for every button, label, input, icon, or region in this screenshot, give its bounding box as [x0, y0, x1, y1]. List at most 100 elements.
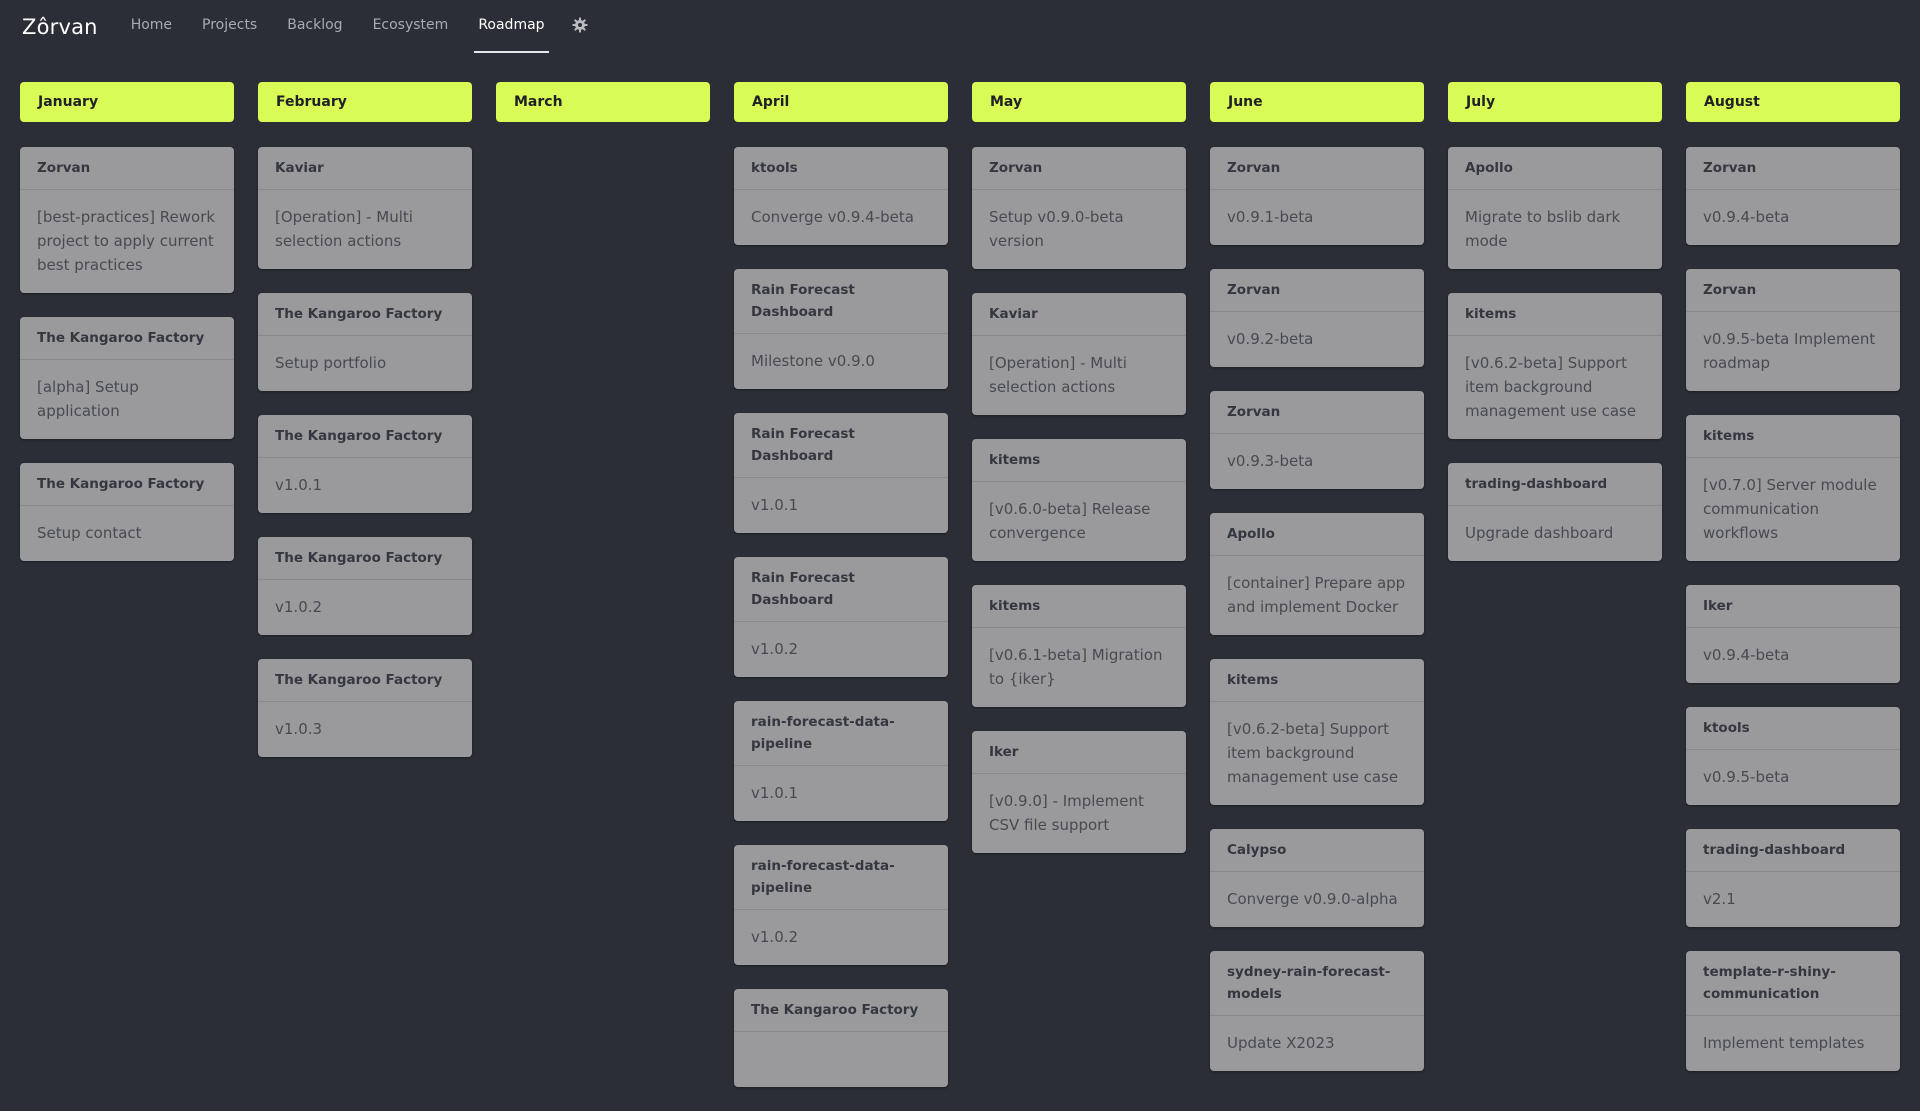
- roadmap-card[interactable]: Rain Forecast Dashboard v1.0.2: [734, 557, 948, 677]
- month-column-february: February Kaviar [Operation] - Multi select…: [258, 82, 472, 1111]
- roadmap-card[interactable]: rain-forecast-data-pipeline v1.0.2: [734, 845, 948, 965]
- roadmap-card[interactable]: The Kangaroo Factory v1.0.2: [258, 537, 472, 635]
- month-column-july: July Apollo Migrate to bslib dark mode kite…: [1448, 82, 1662, 1111]
- card-item-title: v1.0.3: [275, 720, 323, 738]
- roadmap-card[interactable]: The Kangaroo Factory v1.0.3: [258, 659, 472, 757]
- month-column-march: March: [496, 82, 710, 1111]
- brand-logo[interactable]: Zôrvan: [22, 15, 98, 39]
- card-project-name: Zorvan: [1210, 147, 1424, 190]
- card-project-name: kitems: [1686, 415, 1900, 458]
- card-item-title: [v0.6.2-beta] Support item background ma…: [1227, 720, 1399, 786]
- nav-link-roadmap[interactable]: Roadmap: [474, 0, 549, 54]
- card-item-title: Upgrade dashboard: [1465, 524, 1614, 542]
- roadmap-card[interactable]: trading-dashboard Upgrade dashboard: [1448, 463, 1662, 561]
- roadmap-card[interactable]: The Kangaroo Factory v1.0.1: [258, 415, 472, 513]
- roadmap-card[interactable]: template-r-shiny-communication Implement …: [1686, 951, 1900, 1071]
- roadmap-card[interactable]: The Kangaroo Factory Setup portfolio: [258, 293, 472, 391]
- month-header: June: [1210, 82, 1424, 122]
- roadmap-card[interactable]: The Kangaroo Factory Setup contact: [20, 463, 234, 561]
- card-project-name: kitems: [972, 585, 1186, 628]
- roadmap-board: January Zorvan [best-practices] Rework pro…: [20, 82, 1900, 1111]
- card-project-name: Zorvan: [1686, 269, 1900, 312]
- card-project-name: Apollo: [1210, 513, 1424, 556]
- month-header: April: [734, 82, 948, 122]
- roadmap-card[interactable]: Zorvan v0.9.4-beta: [1686, 147, 1900, 245]
- gear-icon[interactable]: [572, 17, 588, 33]
- card-item-title: Update X2023: [1227, 1034, 1335, 1052]
- card-item-title: Converge v0.9.0-alpha: [1227, 890, 1398, 908]
- card-project-name: trading-dashboard: [1686, 829, 1900, 872]
- roadmap-card[interactable]: The Kangaroo Factory: [734, 989, 948, 1087]
- card-project-name: Rain Forecast Dashboard: [734, 557, 948, 622]
- card-project-name: Calypso: [1210, 829, 1424, 872]
- roadmap-card[interactable]: Zorvan Setup v0.9.0-beta version: [972, 147, 1186, 269]
- card-item-title: v0.9.3-beta: [1227, 452, 1314, 470]
- card-project-name: template-r-shiny-communication: [1686, 951, 1900, 1016]
- month-header: February: [258, 82, 472, 122]
- card-item-title: [734, 1032, 948, 1087]
- roadmap-card[interactable]: trading-dashboard v2.1: [1686, 829, 1900, 927]
- card-item-title: Implement templates: [1703, 1034, 1865, 1052]
- roadmap-card[interactable]: rain-forecast-data-pipeline v1.0.1: [734, 701, 948, 821]
- roadmap-card[interactable]: ktools Converge v0.9.4-beta: [734, 147, 948, 245]
- roadmap-card[interactable]: Apollo [container] Prepare app and implem…: [1210, 513, 1424, 635]
- card-project-name: ktools: [1686, 707, 1900, 750]
- roadmap-card[interactable]: Rain Forecast Dashboard Milestone v0.9.0: [734, 269, 948, 389]
- roadmap-card[interactable]: Iker [v0.9.0] - Implement CSV file suppor…: [972, 731, 1186, 853]
- card-project-name: Zorvan: [1210, 391, 1424, 434]
- top-navbar: Zôrvan Home Projects Backlog Ecosystem R…: [0, 0, 1920, 54]
- card-item-title: v1.0.1: [751, 784, 799, 802]
- roadmap-card[interactable]: Apollo Migrate to bslib dark mode: [1448, 147, 1662, 269]
- roadmap-card[interactable]: sydney-rain-forecast-models Update X2023: [1210, 951, 1424, 1071]
- card-item-title: v0.9.5-beta: [1703, 768, 1790, 786]
- month-header: March: [496, 82, 710, 122]
- roadmap-card[interactable]: Kaviar [Operation] - Multi selection acti…: [972, 293, 1186, 415]
- roadmap-card[interactable]: Zorvan v0.9.5-beta Implement roadmap: [1686, 269, 1900, 391]
- roadmap-card[interactable]: Iker v0.9.4-beta: [1686, 585, 1900, 683]
- card-item-title: [v0.6.1-beta] Migration to {iker}: [989, 646, 1163, 688]
- month-column-august: August Zorvan v0.9.4-beta Zorvan v0.9.5-beta…: [1686, 82, 1900, 1111]
- roadmap-card[interactable]: The Kangaroo Factory [alpha] Setup applic…: [20, 317, 234, 439]
- month-column-june: June Zorvan v0.9.1-beta Zorvan v0.9.2-beta Zo…: [1210, 82, 1424, 1111]
- card-item-title: v1.0.1: [751, 496, 799, 514]
- card-item-title: [v0.6.0-beta] Release convergence: [989, 500, 1151, 542]
- roadmap-card[interactable]: kitems [v0.6.1-beta] Migration to {iker}: [972, 585, 1186, 707]
- nav-link-projects[interactable]: Projects: [198, 0, 261, 54]
- card-project-name: kitems: [972, 439, 1186, 482]
- card-project-name: Iker: [972, 731, 1186, 774]
- card-item-title: v0.9.4-beta: [1703, 208, 1790, 226]
- card-item-title: [Operation] - Multi selection actions: [989, 354, 1127, 396]
- roadmap-card[interactable]: kitems [v0.6.2-beta] Support item backgro…: [1448, 293, 1662, 439]
- card-project-name: Zorvan: [20, 147, 234, 190]
- card-item-title: v1.0.1: [275, 476, 323, 494]
- roadmap-card[interactable]: ktools v0.9.5-beta: [1686, 707, 1900, 805]
- nav-link-backlog[interactable]: Backlog: [283, 0, 346, 54]
- card-item-title: v0.9.2-beta: [1227, 330, 1314, 348]
- roadmap-card[interactable]: Kaviar [Operation] - Multi selection acti…: [258, 147, 472, 269]
- roadmap-card[interactable]: kitems [v0.6.2-beta] Support item backgro…: [1210, 659, 1424, 805]
- card-project-name: trading-dashboard: [1448, 463, 1662, 506]
- card-item-title: v0.9.5-beta Implement roadmap: [1703, 330, 1876, 372]
- roadmap-card[interactable]: kitems [v0.6.0-beta] Release convergence: [972, 439, 1186, 561]
- roadmap-card[interactable]: Zorvan v0.9.1-beta: [1210, 147, 1424, 245]
- month-column-april: April ktools Converge v0.9.4-beta Rain Fore…: [734, 82, 948, 1111]
- card-item-title: Migrate to bslib dark mode: [1465, 208, 1621, 250]
- roadmap-card[interactable]: Zorvan [best-practices] Rework project to…: [20, 147, 234, 293]
- card-project-name: Apollo: [1448, 147, 1662, 190]
- card-item-title: Setup contact: [37, 524, 142, 542]
- card-project-name: rain-forecast-data-pipeline: [734, 845, 948, 910]
- roadmap-card[interactable]: Rain Forecast Dashboard v1.0.1: [734, 413, 948, 533]
- month-header: May: [972, 82, 1186, 122]
- card-item-title: v0.9.4-beta: [1703, 646, 1790, 664]
- nav-link-home[interactable]: Home: [127, 0, 176, 54]
- roadmap-card[interactable]: kitems [v0.7.0] Server module communicati…: [1686, 415, 1900, 561]
- roadmap-card[interactable]: Zorvan v0.9.2-beta: [1210, 269, 1424, 367]
- card-project-name: rain-forecast-data-pipeline: [734, 701, 948, 766]
- nav-link-ecosystem[interactable]: Ecosystem: [369, 0, 453, 54]
- month-header: August: [1686, 82, 1900, 122]
- roadmap-card[interactable]: Zorvan v0.9.3-beta: [1210, 391, 1424, 489]
- month-header: July: [1448, 82, 1662, 122]
- card-project-name: The Kangaroo Factory: [20, 317, 234, 360]
- card-project-name: The Kangaroo Factory: [258, 537, 472, 580]
- roadmap-card[interactable]: Calypso Converge v0.9.0-alpha: [1210, 829, 1424, 927]
